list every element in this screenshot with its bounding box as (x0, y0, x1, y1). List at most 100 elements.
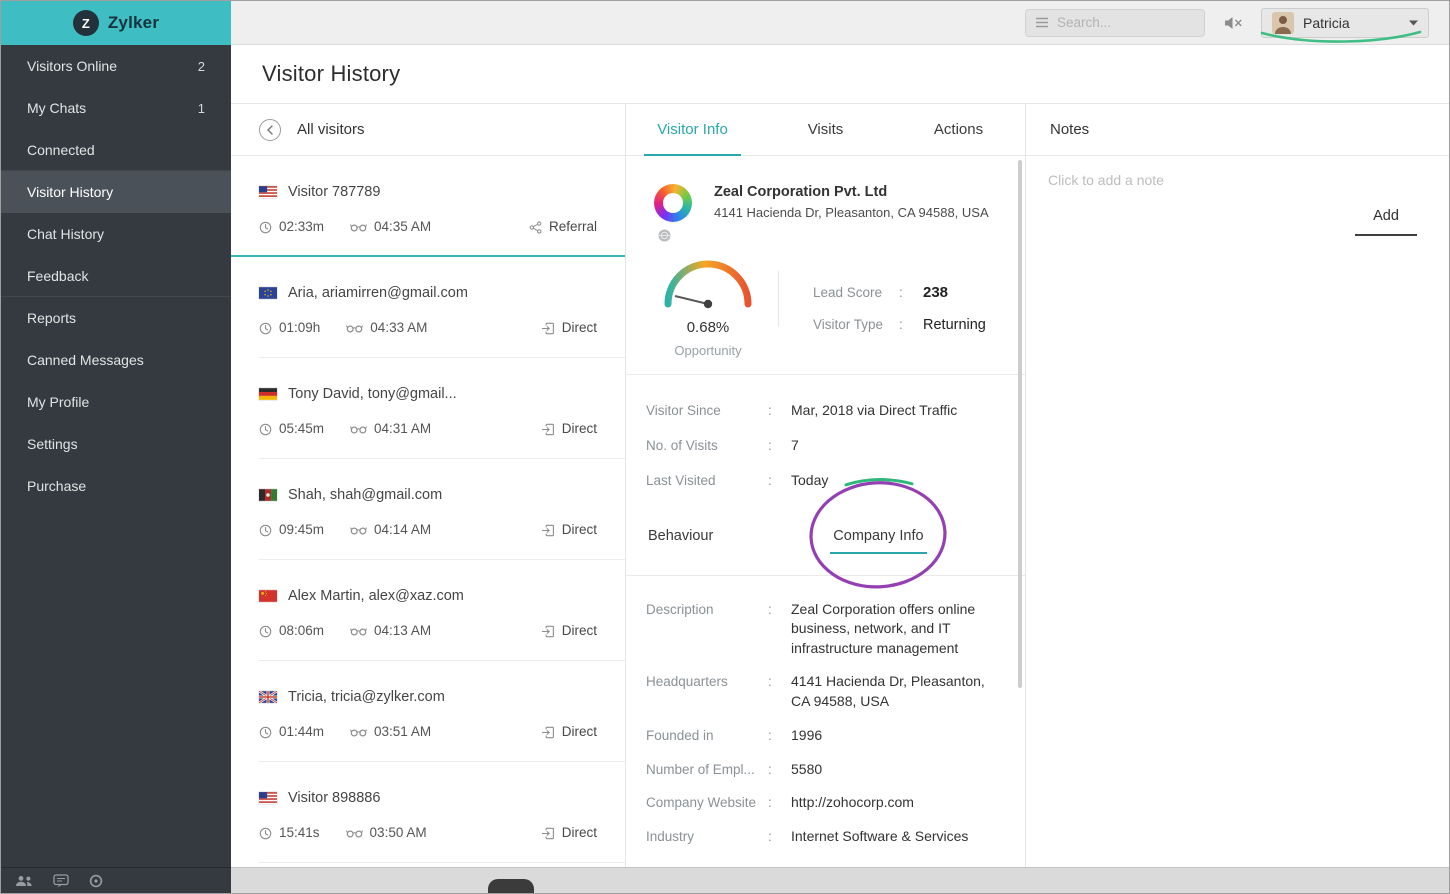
notes-body: Click to add a note Add (1026, 156, 1449, 236)
search-input[interactable] (1057, 15, 1195, 30)
clock-icon (259, 423, 272, 436)
visitor-stats: Lead Score : 238 Visitor Type : Returnin… (779, 258, 986, 358)
visitor-row[interactable]: Tony David, tony@gmail... 05:45m 04:31 A… (231, 358, 625, 459)
sidebar-item-visitor-history[interactable]: Visitor History (1, 171, 231, 213)
sub-tab-behaviour[interactable]: Behaviour (648, 528, 713, 544)
colon: : (768, 674, 772, 690)
status-ring-icon[interactable] (89, 874, 103, 888)
note-input[interactable]: Click to add a note (1048, 172, 1417, 188)
info-value: 5580 (791, 760, 823, 777)
direct-icon (541, 625, 555, 638)
visitor-row[interactable]: Aria, ariamirren@gmail.com 01:09h 04:33 … (231, 257, 625, 358)
sidebar-item-label: My Profile (27, 394, 90, 410)
info-row: Industry : Internet Software & Services (646, 827, 999, 847)
main-area: Patricia Visitor History All visitors (231, 1, 1449, 893)
tab-actions[interactable]: Actions (892, 104, 1025, 155)
sidebar-item-label: Visitors Online (27, 58, 118, 74)
sidebar-item-label: Reports (27, 310, 77, 326)
info-row: Description : Zeal Corporation offers on… (646, 600, 999, 659)
sidebar-footer (1, 867, 231, 893)
mute-icon[interactable] (1223, 15, 1243, 31)
flag-af-icon (259, 489, 277, 501)
visitor-row[interactable]: Visitor 898886 15:41s 03:50 AM Direct (231, 762, 625, 863)
opportunity-gauge (660, 258, 756, 316)
info-row: Company Website : http://zohocorp.com (646, 793, 999, 813)
detail-tabs: Visitor Info Visits Actions (626, 104, 1025, 156)
glasses-icon (350, 424, 367, 435)
tab-visits[interactable]: Visits (759, 104, 892, 155)
detail-sub-tabs: Behaviour Company Info (626, 477, 1025, 589)
gauge-row: 0.68% Opportunity Lead Score : 238 Visit… (626, 242, 1025, 358)
referral-icon (529, 220, 542, 234)
visit-time: 04:33 AM (370, 320, 428, 335)
sidebar-item-canned-messages[interactable]: Canned Messages (1, 339, 231, 381)
visitor-name: Aria, ariamirren@gmail.com (288, 285, 468, 301)
detail-body: Zeal Corporation Pvt. Ltd 4141 Hacienda … (626, 156, 1025, 867)
visit-time: 03:51 AM (374, 724, 432, 739)
visitor-name: Visitor 898886 (288, 790, 381, 806)
sidebar-item-label: Visitor History (27, 184, 114, 200)
visitor-row[interactable]: Tricia, tricia@zylker.com 01:44m 03:51 A… (231, 661, 625, 762)
glasses-icon (345, 828, 363, 839)
sidebar-item-purchase[interactable]: Purchase (1, 465, 231, 507)
glasses-icon (350, 222, 367, 233)
search-box[interactable] (1025, 8, 1205, 37)
sidebar-item-visitors-online[interactable]: Visitors Online 2 (1, 45, 231, 87)
traffic-source: Direct (561, 623, 597, 638)
info-value: Internet Software & Services (791, 828, 969, 845)
flag-cn-icon (259, 590, 277, 602)
info-row: Visitor Since : Mar, 2018 via Direct Tra… (646, 401, 999, 421)
sidebar-item-label: My Chats (27, 100, 87, 116)
sidebar-item-feedback[interactable]: Feedback (1, 255, 231, 297)
add-note-button[interactable]: Add (1355, 208, 1417, 236)
visit-time: 04:31 AM (374, 421, 432, 436)
company-logo-icon (654, 184, 692, 222)
clock-icon (259, 221, 272, 234)
visit-time: 04:35 AM (374, 219, 432, 234)
info-label: Industry (646, 829, 695, 845)
company-info-rows: Description : Zeal Corporation offers on… (626, 576, 1025, 848)
colon: : (768, 472, 772, 488)
sidebar-item-chat-history[interactable]: Chat History (1, 213, 231, 255)
sidebar-item-badge: 1 (197, 100, 205, 116)
scrollbar[interactable] (1018, 160, 1022, 688)
sidebar-item-my-chats[interactable]: My Chats 1 (1, 87, 231, 129)
visit-duration: 09:45m (279, 522, 325, 537)
visitor-row[interactable]: Shah, shah@gmail.com 09:45m 04:14 AM Dir… (231, 459, 625, 560)
chat-panel-icon[interactable] (53, 873, 69, 888)
traffic-source: Direct (561, 724, 597, 739)
company-favicon-icon (658, 229, 671, 242)
traffic-source: Direct (561, 825, 597, 840)
visitor-row[interactable]: Alex Martin, alex@xaz.com 08:06m 04:13 A… (231, 560, 625, 661)
back-button[interactable] (259, 118, 281, 141)
sidebar-item-my-profile[interactable]: My Profile (1, 381, 231, 423)
sidebar-item-settings[interactable]: Settings (1, 423, 231, 465)
sidebar-item-connected[interactable]: Connected (1, 129, 231, 171)
info-value: 4141 Hacienda Dr, Pleasanton, CA 94588, … (791, 673, 985, 710)
sidebar-item-reports[interactable]: Reports (1, 297, 231, 339)
traffic-source: Direct (561, 522, 597, 537)
app-window: Z Zylker Visitors Online 2 My Chats 1 Co… (0, 0, 1450, 894)
sub-tab-company-info[interactable]: Company Info (809, 477, 948, 589)
colon: : (768, 601, 772, 617)
visit-duration: 01:44m (279, 724, 325, 739)
visitor-name: Tony David, tony@gmail... (288, 386, 457, 402)
visitor-row[interactable]: Visitor 787789 02:33m 04:35 AM Referral (231, 156, 625, 257)
flag-us-icon (259, 186, 277, 198)
user-menu[interactable]: Patricia (1260, 7, 1429, 43)
colon: : (768, 795, 772, 811)
opportunity-value: 0.68% (686, 319, 730, 336)
sidebar: Z Zylker Visitors Online 2 My Chats 1 Co… (1, 1, 231, 893)
info-label: Headquarters (646, 674, 728, 690)
all-visitors-label: All visitors (297, 121, 365, 138)
agents-icon[interactable] (15, 875, 33, 887)
screen-artifact (488, 879, 534, 893)
colon: : (768, 829, 772, 845)
visitor-list-header: All visitors (231, 104, 625, 156)
notes-title: Notes (1026, 104, 1449, 156)
info-value: 7 (791, 436, 799, 453)
clock-icon (259, 322, 272, 335)
tab-visitor-info[interactable]: Visitor Info (626, 104, 759, 156)
colon: : (768, 761, 772, 777)
visitor-name: Tricia, tricia@zylker.com (288, 689, 445, 705)
